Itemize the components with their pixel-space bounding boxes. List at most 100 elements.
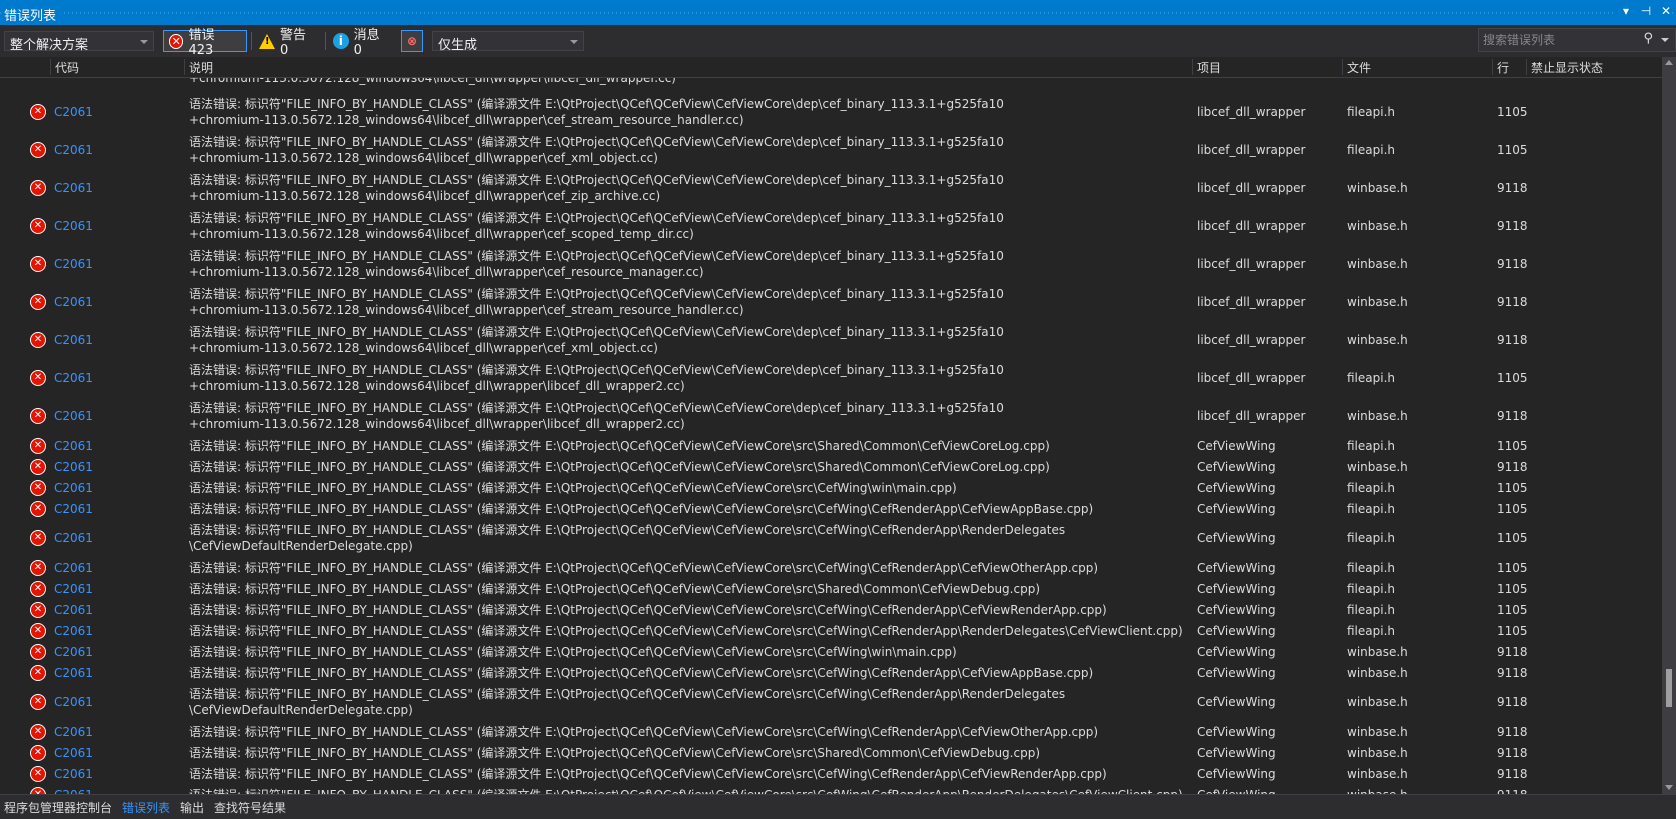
column-header-description[interactable]: 说明	[184, 59, 1194, 75]
error-icon: ✕	[30, 664, 46, 681]
error-code-link[interactable]: C2061	[54, 561, 93, 575]
error-row[interactable]: ✕C2061语法错误: 标识符"FILE_INFO_BY_HANDLE_CLAS…	[0, 131, 1662, 169]
tool-window-titlebar: 错误列表 ▾ ⊣ ✕	[0, 0, 1676, 25]
error-code-link[interactable]: C2061	[54, 409, 93, 423]
error-code-link[interactable]: C2061	[54, 295, 93, 309]
filter-funnel-icon[interactable]: ⊗	[401, 30, 423, 52]
error-code-link[interactable]: C2061	[54, 666, 93, 680]
build-filter-dropdown[interactable]: 仅生成	[432, 31, 584, 53]
column-header-suppression[interactable]: 禁止显示状态	[1526, 59, 1661, 75]
error-code-link[interactable]: C2061	[54, 746, 93, 760]
error-line: 9118	[1497, 219, 1528, 233]
scope-dropdown[interactable]: 整个解决方案	[4, 31, 154, 53]
error-row[interactable]: ✕C2061语法错误: 标识符"FILE_INFO_BY_HANDLE_CLAS…	[0, 662, 1662, 683]
error-description: 语法错误: 标识符"FILE_INFO_BY_HANDLE_CLASS" (编译…	[189, 97, 1004, 127]
error-code-link[interactable]: C2061	[54, 695, 93, 709]
error-icon: ✕	[30, 370, 46, 386]
error-line: 1105	[1497, 531, 1528, 545]
bottom-tab[interactable]: 错误列表	[118, 795, 176, 819]
error-row[interactable]: ✕C2061语法错误: 标识符"FILE_INFO_BY_HANDLE_CLAS…	[0, 557, 1662, 578]
error-file: fileapi.h	[1347, 501, 1395, 516]
error-file: fileapi.h	[1347, 531, 1395, 545]
error-code-link[interactable]: C2061	[54, 502, 93, 516]
error-code-link[interactable]: C2061	[54, 624, 93, 638]
scroll-down-icon[interactable]	[1665, 785, 1673, 790]
search-box: ⚲	[1478, 28, 1676, 52]
error-file: winbase.h	[1347, 219, 1408, 233]
warnings-filter-button[interactable]: 警告 0	[254, 28, 322, 58]
error-code-link[interactable]: C2061	[54, 725, 93, 739]
error-line: 9118	[1497, 257, 1528, 271]
bottom-tab[interactable]: 程序包管理器控制台	[0, 795, 118, 819]
error-row[interactable]: ✕C2061语法错误: 标识符"FILE_INFO_BY_HANDLE_CLAS…	[0, 397, 1662, 435]
error-code-link[interactable]: C2061	[54, 143, 93, 157]
column-header-project[interactable]: 项目	[1192, 59, 1343, 75]
error-project: CefViewWing	[1197, 644, 1276, 659]
error-code-link[interactable]: C2061	[54, 645, 93, 659]
column-header-file[interactable]: 文件	[1342, 59, 1493, 75]
error-row[interactable]: ✕C2061语法错误: 标识符"FILE_INFO_BY_HANDLE_CLAS…	[0, 477, 1662, 498]
error-file: fileapi.h	[1347, 371, 1395, 385]
error-code-link[interactable]: C2061	[54, 439, 93, 453]
error-row[interactable]: ✕C2061语法错误: 标识符"FILE_INFO_BY_HANDLE_CLAS…	[0, 207, 1662, 245]
error-description: 语法错误: 标识符"FILE_INFO_BY_HANDLE_CLASS" (编译…	[189, 501, 1094, 516]
error-row[interactable]: ✕C2061语法错误: 标识符"FILE_INFO_BY_HANDLE_CLAS…	[0, 169, 1662, 207]
error-code-link[interactable]: C2061	[54, 460, 93, 474]
error-code-link[interactable]: C2061	[54, 603, 93, 617]
scrollbar-thumb[interactable]	[1666, 669, 1672, 707]
error-row[interactable]: ✕C2061语法错误: 标识符"FILE_INFO_BY_HANDLE_CLAS…	[0, 519, 1662, 557]
error-row[interactable]: +chromium-113.0.5672.128_windows64\libce…	[0, 78, 1662, 93]
errors-filter-button[interactable]: ✕ 错误 423	[163, 28, 247, 58]
scroll-up-icon[interactable]	[1665, 60, 1673, 65]
error-row[interactable]: ✕C2061语法错误: 标识符"FILE_INFO_BY_HANDLE_CLAS…	[0, 721, 1662, 742]
error-code-link[interactable]: C2061	[54, 767, 93, 781]
error-list: +chromium-113.0.5672.128_windows64\libce…	[0, 78, 1662, 794]
error-row[interactable]: ✕C2061语法错误: 标识符"FILE_INFO_BY_HANDLE_CLAS…	[0, 283, 1662, 321]
error-line: 9118	[1497, 766, 1528, 781]
error-row[interactable]: ✕C2061语法错误: 标识符"FILE_INFO_BY_HANDLE_CLAS…	[0, 321, 1662, 359]
error-row[interactable]: ✕C2061语法错误: 标识符"FILE_INFO_BY_HANDLE_CLAS…	[0, 784, 1662, 794]
error-row[interactable]: ✕C2061语法错误: 标识符"FILE_INFO_BY_HANDLE_CLAS…	[0, 742, 1662, 763]
messages-filter-button[interactable]: i 消息 0	[328, 28, 396, 58]
error-code-link[interactable]: C2061	[54, 105, 93, 119]
error-row[interactable]: ✕C2061语法错误: 标识符"FILE_INFO_BY_HANDLE_CLAS…	[0, 763, 1662, 784]
error-code-link[interactable]: C2061	[54, 219, 93, 233]
column-header-sort-icon[interactable]	[34, 59, 42, 75]
error-code-link[interactable]: C2061	[54, 481, 93, 495]
error-code-link[interactable]: C2061	[54, 582, 93, 596]
error-code-link[interactable]: C2061	[54, 257, 93, 271]
error-row[interactable]: ✕C2061语法错误: 标识符"FILE_INFO_BY_HANDLE_CLAS…	[0, 93, 1662, 131]
search-input[interactable]	[1479, 29, 1647, 51]
error-row[interactable]: ✕C2061语法错误: 标识符"FILE_INFO_BY_HANDLE_CLAS…	[0, 620, 1662, 641]
error-code-link[interactable]: C2061	[54, 181, 93, 195]
error-row[interactable]: ✕C2061语法错误: 标识符"FILE_INFO_BY_HANDLE_CLAS…	[0, 435, 1662, 456]
bottom-tab[interactable]: 输出	[176, 795, 210, 819]
close-icon[interactable]: ✕	[1660, 4, 1672, 18]
window-menu-dropdown-icon[interactable]: ▾	[1620, 4, 1632, 18]
column-header-line[interactable]: 行	[1492, 59, 1529, 75]
error-row[interactable]: ✕C2061语法错误: 标识符"FILE_INFO_BY_HANDLE_CLAS…	[0, 599, 1662, 620]
error-row[interactable]: ✕C2061语法错误: 标识符"FILE_INFO_BY_HANDLE_CLAS…	[0, 245, 1662, 283]
error-row[interactable]: ✕C2061语法错误: 标识符"FILE_INFO_BY_HANDLE_CLAS…	[0, 578, 1662, 599]
error-line: 9118	[1497, 181, 1528, 195]
search-icon[interactable]: ⚲	[1643, 31, 1653, 46]
error-project: libcef_dll_wrapper	[1197, 219, 1306, 233]
error-icon: ✕	[30, 218, 46, 234]
error-code-link[interactable]: C2061	[54, 333, 93, 347]
bottom-tab[interactable]: 查找符号结果	[210, 795, 292, 819]
pin-icon[interactable]: ⊣	[1640, 4, 1652, 18]
error-code-link[interactable]: C2061	[54, 531, 93, 545]
error-code-link[interactable]: C2061	[54, 371, 93, 385]
error-row[interactable]: ✕C2061语法错误: 标识符"FILE_INFO_BY_HANDLE_CLAS…	[0, 641, 1662, 662]
error-description: 语法错误: 标识符"FILE_INFO_BY_HANDLE_CLASS" (编译…	[189, 480, 957, 495]
error-icon: ✕	[30, 294, 46, 310]
error-row[interactable]: ✕C2061语法错误: 标识符"FILE_INFO_BY_HANDLE_CLAS…	[0, 359, 1662, 397]
error-line: 9118	[1497, 459, 1528, 474]
error-row[interactable]: ✕C2061语法错误: 标识符"FILE_INFO_BY_HANDLE_CLAS…	[0, 498, 1662, 519]
error-row[interactable]: ✕C2061语法错误: 标识符"FILE_INFO_BY_HANDLE_CLAS…	[0, 683, 1662, 721]
error-description: 语法错误: 标识符"FILE_INFO_BY_HANDLE_CLASS" (编译…	[189, 438, 1050, 453]
column-header-code[interactable]: 代码	[50, 59, 179, 75]
error-row[interactable]: ✕C2061语法错误: 标识符"FILE_INFO_BY_HANDLE_CLAS…	[0, 456, 1662, 477]
vertical-scrollbar[interactable]	[1662, 57, 1676, 794]
search-options-chevron-icon[interactable]	[1661, 38, 1669, 42]
